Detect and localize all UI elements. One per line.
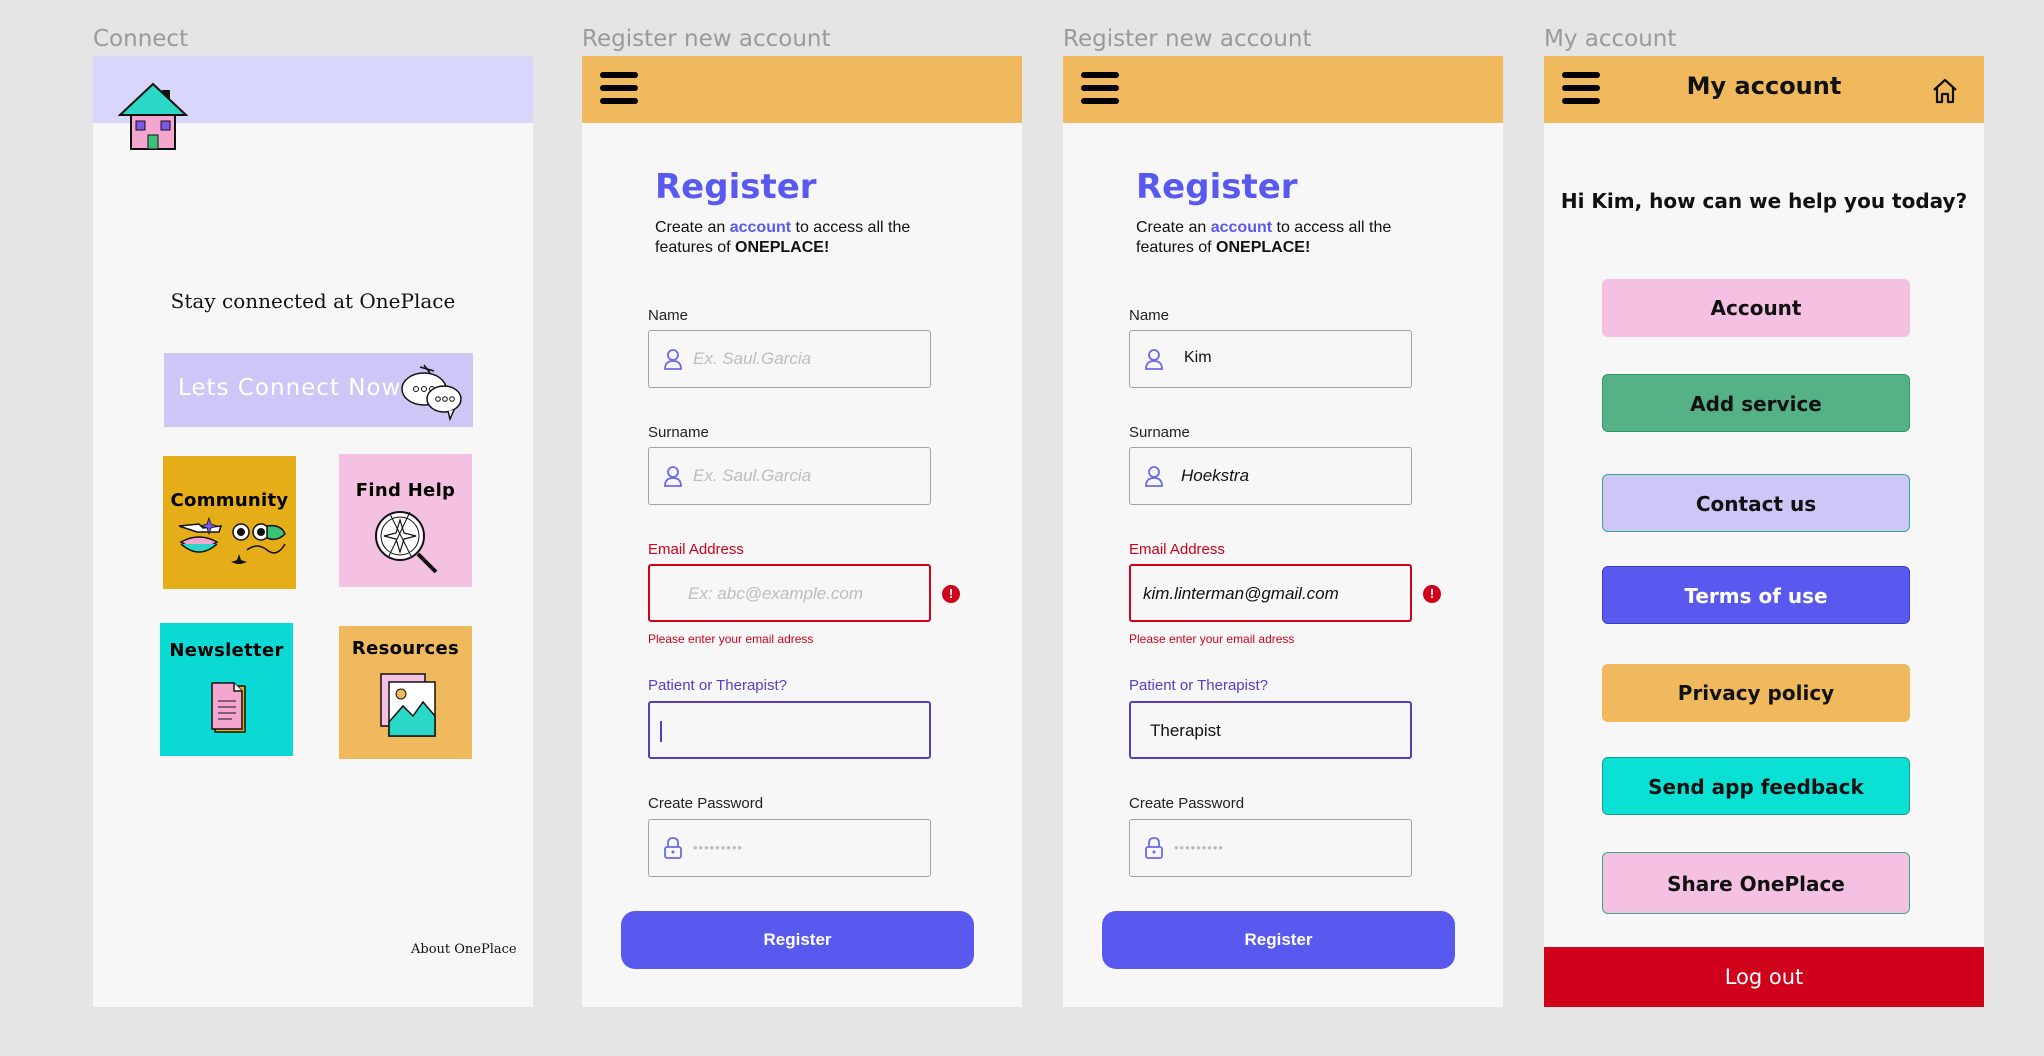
register-title: Register — [655, 167, 817, 207]
email-field[interactable]: Ex: abc@example.com — [648, 564, 931, 622]
password-mask: ••••••••• — [1174, 840, 1224, 855]
name-label: Name — [648, 307, 689, 324]
email-error-message: Please enter your email adress — [1129, 632, 1295, 646]
contact-us-button[interactable]: Contact us — [1602, 474, 1910, 532]
email-placeholder: Ex: abc@example.com — [688, 584, 864, 603]
register-screen-filled: Register Create an account to access all… — [1063, 56, 1503, 1007]
add-service-button[interactable]: Add service — [1602, 374, 1910, 432]
frame-label-register-empty: Register new account — [582, 26, 831, 52]
account-header: My account — [1544, 56, 1984, 123]
document-icon — [210, 681, 246, 738]
connect-now-label: Lets Connect Now — [178, 375, 402, 401]
frame-label-my-account: My account — [1544, 26, 1677, 52]
about-link[interactable]: About OnePlace — [411, 942, 517, 957]
user-icon — [1144, 465, 1164, 487]
email-field[interactable]: kim.linterman@gmail.com — [1129, 564, 1412, 622]
resources-label: Resources — [351, 638, 460, 659]
account-link[interactable]: account — [1211, 219, 1272, 236]
name-label: Name — [1129, 307, 1170, 324]
password-mask: ••••••••• — [693, 840, 743, 855]
connect-tagline: Stay connected at OnePlace — [170, 289, 456, 313]
surname-label: Surname — [1129, 424, 1190, 441]
home-logo-icon[interactable] — [117, 82, 189, 150]
find-help-label: Find Help — [355, 480, 456, 501]
surname-field[interactable]: Ex. Saul.Garcia — [648, 447, 931, 505]
search-icon — [372, 506, 440, 579]
register-screen-empty: Register Create an account to access all… — [582, 56, 1022, 1007]
send-feedback-button[interactable]: Send app feedback — [1602, 757, 1910, 815]
user-icon — [663, 348, 683, 370]
community-label: Community — [170, 490, 289, 511]
user-icon — [1144, 348, 1164, 370]
home-icon[interactable] — [1931, 78, 1959, 104]
email-label: Email Address — [1129, 541, 1225, 558]
privacy-policy-button[interactable]: Privacy policy — [1602, 664, 1910, 722]
newsletter-label: Newsletter — [169, 640, 284, 661]
error-icon: ! — [942, 585, 960, 603]
resources-tile[interactable]: Resources — [339, 626, 472, 759]
register-header — [1063, 56, 1503, 123]
lock-icon — [663, 837, 683, 859]
account-button[interactable]: Account — [1602, 279, 1910, 337]
register-title: Register — [1136, 167, 1298, 207]
surname-field[interactable]: Hoekstra — [1129, 447, 1412, 505]
user-icon — [663, 465, 683, 487]
frame-label-connect: Connect — [93, 26, 189, 52]
email-error-message: Please enter your email adress — [648, 632, 814, 646]
surname-placeholder: Ex. Saul.Garcia — [693, 466, 812, 485]
my-account-screen: My account Hi Kim, how can we help you t… — [1544, 56, 1984, 1007]
register-header — [582, 56, 1022, 123]
hamburger-menu-icon[interactable] — [600, 72, 638, 108]
password-field[interactable]: ••••••••• — [1129, 819, 1412, 877]
hamburger-menu-icon[interactable] — [1081, 72, 1119, 108]
role-field[interactable] — [648, 701, 931, 759]
password-label: Create Password — [1129, 795, 1245, 812]
role-field[interactable]: Therapist — [1129, 701, 1412, 759]
find-help-tile[interactable]: Find Help — [339, 454, 472, 587]
connect-screen: Stay connected at OnePlace Lets Connect … — [93, 56, 533, 1007]
frame-label-register-filled: Register new account — [1063, 26, 1312, 52]
error-icon: ! — [1423, 585, 1441, 603]
name-value: Kim — [1184, 349, 1212, 366]
register-subtitle: Create an account to access all the feat… — [655, 219, 911, 256]
role-label: Patient or Therapist? — [1129, 677, 1268, 694]
header-title: My account — [1686, 72, 1842, 100]
newsletter-tile[interactable]: Newsletter — [160, 623, 293, 756]
logout-button[interactable]: Log out — [1544, 947, 1984, 1007]
surname-value: Hoekstra — [1181, 466, 1250, 485]
register-button[interactable]: Register — [621, 911, 974, 969]
image-gallery-icon — [379, 672, 437, 743]
community-icon — [177, 514, 287, 570]
chat-bubbles-icon — [400, 361, 464, 422]
share-oneplace-button[interactable]: Share OnePlace — [1602, 852, 1910, 914]
register-button[interactable]: Register — [1102, 911, 1455, 969]
terms-of-use-button[interactable]: Terms of use — [1602, 566, 1910, 624]
name-field[interactable]: Kim — [1129, 330, 1412, 388]
connect-now-button[interactable]: Lets Connect Now — [164, 353, 473, 427]
role-label: Patient or Therapist? — [648, 677, 787, 694]
register-subtitle: Create an account to access all the feat… — [1136, 219, 1392, 256]
name-placeholder: Ex. Saul.Garcia — [693, 349, 812, 368]
surname-label: Surname — [648, 424, 709, 441]
lock-icon — [1144, 837, 1164, 859]
community-tile[interactable]: Community — [163, 456, 296, 589]
greeting: Hi Kim, how can we help you today? — [1560, 189, 1968, 213]
role-value: Therapist — [1150, 721, 1221, 740]
password-label: Create Password — [648, 795, 764, 812]
password-field[interactable]: ••••••••• — [648, 819, 931, 877]
text-cursor — [660, 721, 662, 742]
email-label: Email Address — [648, 541, 744, 558]
name-field[interactable]: Ex. Saul.Garcia — [648, 330, 931, 388]
email-value: kim.linterman@gmail.com — [1143, 584, 1339, 603]
account-link[interactable]: account — [730, 219, 791, 236]
